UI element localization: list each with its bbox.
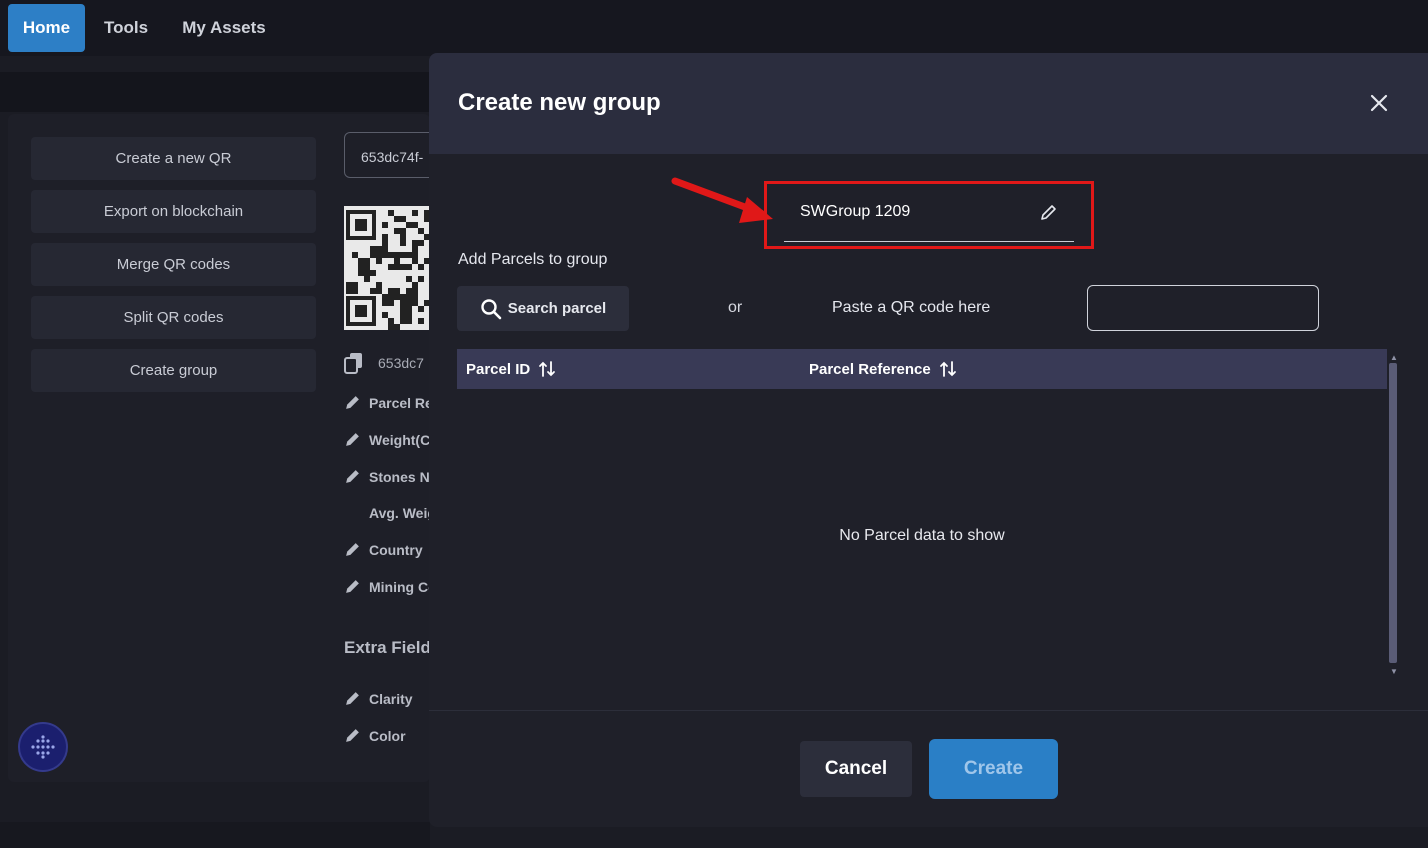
nav-home[interactable]: Home	[8, 4, 85, 52]
group-name-field[interactable]: SWGroup 1209	[784, 193, 1074, 242]
export-blockchain-button[interactable]: Export on blockchain	[31, 190, 316, 233]
modal-header: Create new group	[429, 53, 1428, 154]
qr-module	[370, 270, 376, 276]
pencil-icon	[346, 543, 359, 556]
field-color[interactable]: Color	[344, 727, 406, 744]
qr-module	[406, 318, 412, 324]
create-qr-button[interactable]: Create a new QR	[31, 137, 316, 180]
search-parcel-button[interactable]: Search parcel	[457, 286, 629, 331]
paste-qr-label: Paste a QR code here	[832, 299, 991, 316]
field-label: Weight(C	[369, 431, 431, 448]
field-mining[interactable]: Mining Co	[344, 578, 437, 595]
add-parcels-label: Add Parcels to group	[458, 251, 608, 268]
merge-qr-button[interactable]: Merge QR codes	[31, 243, 316, 286]
field-weight[interactable]: Weight(C	[344, 431, 430, 448]
create-group-button[interactable]: Create group	[31, 349, 316, 392]
field-label: Color	[369, 727, 406, 744]
field-label: Country	[369, 541, 423, 558]
field-country[interactable]: Country	[344, 541, 423, 558]
field-label: Clarity	[369, 690, 413, 707]
qr-module	[388, 300, 394, 306]
field-label: Parcel Re	[369, 394, 433, 411]
create-group-modal: Create new group SWGroup 1209 Add Parcel…	[429, 53, 1428, 827]
app-logo-button[interactable]	[18, 722, 68, 772]
field-avg-weight: Avg. Weig	[369, 505, 436, 521]
scroll-down-arrow[interactable]: ▼	[1390, 667, 1398, 676]
copy-id-text: 653dc7	[378, 355, 424, 371]
pencil-icon	[346, 470, 359, 483]
footer-divider	[429, 710, 1428, 711]
field-parcel-ref[interactable]: Parcel Re	[344, 394, 433, 411]
search-icon	[481, 298, 502, 319]
background-band	[0, 72, 430, 112]
split-qr-button[interactable]: Split QR codes	[31, 296, 316, 339]
top-nav: Home Tools My Assets	[0, 0, 1428, 56]
qr-module	[400, 240, 406, 246]
pencil-icon	[346, 729, 359, 742]
field-label: Avg. Weig	[369, 505, 436, 521]
qr-module	[418, 264, 424, 270]
modal-title: Create new group	[458, 89, 661, 116]
column-label: Parcel ID	[466, 360, 531, 378]
qr-module	[412, 210, 418, 216]
pencil-icon	[346, 580, 359, 593]
column-label: Parcel Reference	[809, 360, 931, 378]
background-bottom	[0, 822, 430, 848]
qr-module	[418, 240, 424, 246]
pencil-icon	[346, 433, 359, 446]
empty-table-message: No Parcel data to show	[839, 527, 1005, 544]
qr-module	[394, 324, 400, 330]
qr-module	[364, 276, 370, 282]
qr-module	[352, 288, 358, 294]
nav-my-assets[interactable]: My Assets	[172, 4, 276, 52]
qr-code-image	[344, 206, 434, 330]
qr-module	[376, 258, 382, 264]
pencil-icon	[346, 692, 359, 705]
pencil-icon[interactable]	[1039, 202, 1059, 222]
group-name-text: SWGroup 1209	[800, 203, 911, 220]
qr-module	[355, 305, 367, 317]
column-parcel-id[interactable]: Parcel ID	[466, 349, 556, 389]
search-parcel-label: Search parcel	[507, 300, 607, 317]
qr-module	[355, 219, 367, 231]
qr-module	[418, 276, 424, 282]
cancel-button[interactable]: Cancel	[800, 741, 912, 797]
table-scrollbar[interactable]	[1389, 363, 1397, 663]
paste-qr-input[interactable]	[1087, 285, 1319, 331]
qr-module	[382, 222, 388, 228]
sort-icon	[939, 361, 956, 377]
or-separator: or	[728, 299, 743, 316]
field-clarity[interactable]: Clarity	[344, 690, 413, 707]
parcel-table-header: Parcel ID Parcel Reference	[457, 349, 1387, 389]
copy-id-row[interactable]: 653dc7	[344, 352, 424, 374]
field-label: Mining Co	[369, 578, 437, 595]
qr-module	[418, 306, 424, 312]
extra-fields-title: Extra Field	[344, 638, 431, 657]
create-button[interactable]: Create	[929, 739, 1058, 799]
qr-module	[418, 318, 424, 324]
close-icon[interactable]	[1367, 91, 1391, 115]
pencil-icon	[346, 396, 359, 409]
copy-icon	[344, 353, 362, 374]
scroll-up-arrow[interactable]: ▲	[1390, 353, 1398, 362]
sort-icon	[539, 361, 556, 377]
nav-tools[interactable]: Tools	[95, 4, 157, 52]
column-parcel-reference[interactable]: Parcel Reference	[809, 349, 957, 389]
qr-module	[406, 264, 412, 270]
field-label: Stones N	[369, 468, 430, 485]
field-stones[interactable]: Stones N	[344, 468, 430, 485]
app-logo-icon	[31, 735, 55, 759]
